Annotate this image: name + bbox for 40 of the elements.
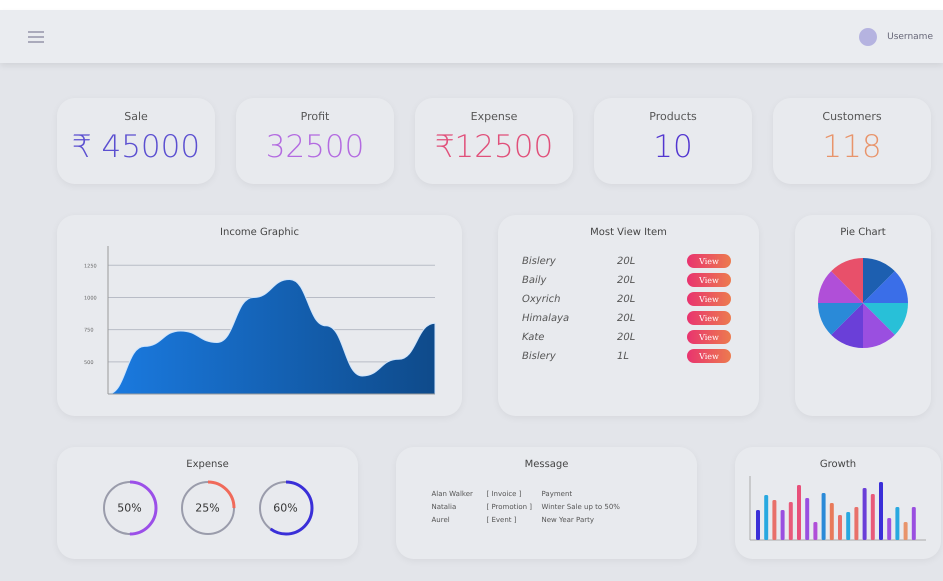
menu-icon[interactable] <box>28 30 44 42</box>
card-title: Pie Chart <box>840 227 886 238</box>
item-size: 20L <box>617 256 636 266</box>
item-size: 20L <box>617 332 636 342</box>
stat-label: Sale <box>124 110 148 123</box>
view-button[interactable]: View <box>687 254 731 268</box>
stat-value: 118 <box>822 129 882 165</box>
stat-value: ₹12500 <box>434 129 554 165</box>
stat-label: Profit <box>300 110 330 123</box>
item-size: 20L <box>617 312 636 324</box>
item-name: Baily <box>522 274 548 286</box>
stat-label: Products <box>649 110 697 123</box>
item-name: Bislery <box>522 350 557 362</box>
avatar[interactable] <box>859 28 878 46</box>
stat-value: 32500 <box>266 129 364 165</box>
item-name: Bislery <box>522 256 557 266</box>
view-button[interactable]: View <box>687 330 731 344</box>
username[interactable]: Username <box>887 32 933 42</box>
card-title: Expense <box>186 459 229 470</box>
stat-label: Customers <box>822 110 882 123</box>
card-title: Income Graphic <box>220 227 299 238</box>
item-size: 20L <box>617 274 636 286</box>
stat-value: ₹ 45000 <box>72 129 200 165</box>
item-name: Himalaya <box>522 312 570 324</box>
ring-percent: 60% <box>273 502 298 514</box>
card-title: Most View Item <box>590 227 667 238</box>
item-size: 20L <box>617 294 636 304</box>
view-button[interactable]: View <box>687 311 731 325</box>
item-name: Oxyrich <box>522 294 562 304</box>
view-button[interactable]: View <box>687 349 731 363</box>
card-title: Growth <box>820 459 856 470</box>
item-size: 1L <box>617 350 630 362</box>
stat-value: 10 <box>653 129 693 165</box>
item-name: Kate <box>522 332 546 342</box>
view-button[interactable]: View <box>687 273 731 287</box>
view-button[interactable]: View <box>687 292 731 306</box>
stat-label: Expense <box>470 110 518 123</box>
card-title: Message <box>524 459 568 470</box>
ring-percent: 50% <box>117 502 142 514</box>
ring-percent: 25% <box>195 502 220 514</box>
